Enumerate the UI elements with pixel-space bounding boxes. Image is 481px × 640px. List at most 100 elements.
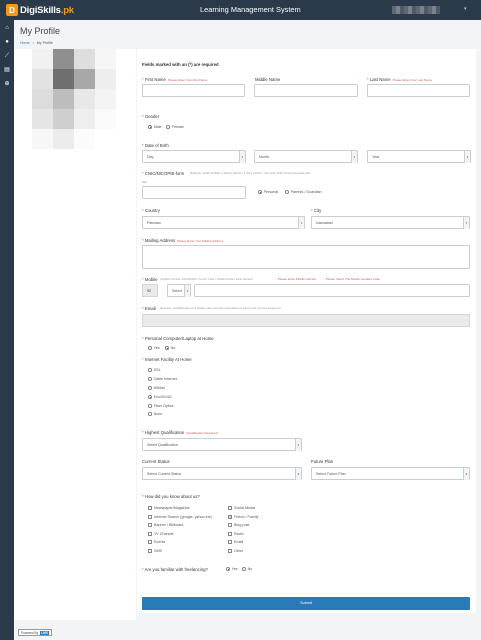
radio-icon	[166, 125, 170, 129]
city-label: * City	[311, 208, 322, 213]
chart-icon[interactable]: ⟋	[3, 52, 11, 60]
breadcrumb: Home › My Profile	[20, 41, 53, 45]
internet-wimax-radio[interactable]: WiMax	[148, 386, 165, 390]
profile-photo-panel	[14, 49, 136, 620]
top-bar: D DigiSkills.pk Learning Management Syst…	[0, 0, 481, 20]
chevron-down-icon: ▾	[295, 468, 301, 480]
heard-blog-checkbox[interactable]: Blog post	[228, 523, 249, 527]
radio-icon	[148, 386, 152, 390]
internet-none-radio[interactable]: None	[148, 412, 162, 416]
submit-button[interactable]: Submit	[142, 597, 470, 610]
gender-label: * Gender	[142, 114, 160, 119]
gender-male-radio[interactable]: Male	[148, 125, 162, 129]
mailing-address-textarea[interactable]	[142, 245, 470, 269]
email-field	[142, 314, 470, 327]
operator-hint: Please Select The Mobile operator Code	[326, 277, 380, 281]
future-plan-select[interactable]: Select Future Plan ▾	[311, 467, 470, 480]
profile-photo[interactable]	[32, 49, 116, 149]
heard-other-checkbox[interactable]: Other	[228, 549, 243, 553]
heard-newspaper-checkbox[interactable]: Newspaper/Magazine	[148, 506, 190, 510]
user-icon[interactable]: ●	[3, 38, 11, 46]
internet-dsl-radio[interactable]: DSL	[148, 368, 161, 372]
radio-icon	[226, 567, 230, 571]
freelancing-label: * Are you familiar with freelancing?	[142, 567, 208, 572]
checkbox-icon	[228, 506, 232, 510]
qualification-select[interactable]: Select Qualification ▾	[142, 438, 302, 451]
dob-month-select[interactable]: Month ▾	[254, 150, 358, 163]
heard-banner-checkbox[interactable]: Banner / Billboard	[148, 523, 183, 527]
checkbox-icon	[228, 523, 232, 527]
user-menu[interactable]	[392, 6, 440, 14]
qualification-label: * Highest Qualification (Qualification Re…	[142, 430, 218, 435]
plus-circle-icon[interactable]: ⊕	[3, 80, 11, 88]
radio-icon	[148, 368, 152, 372]
dob-day-select[interactable]: Day ▾	[142, 150, 246, 163]
current-status-select[interactable]: Select Current Status ▾	[142, 467, 302, 480]
mobile-number-input[interactable]	[194, 284, 470, 297]
cnic-personal-radio[interactable]: Personal	[258, 190, 278, 194]
middle-name-input[interactable]	[254, 84, 358, 97]
freelancing-no-radio[interactable]: No	[242, 567, 252, 571]
logo-mark-icon: D	[6, 4, 18, 16]
heard-email-checkbox[interactable]: Email	[228, 540, 243, 544]
radio-icon	[258, 190, 262, 194]
internet-fiber-radio[interactable]: Fiber Optics	[148, 404, 173, 408]
radio-icon	[148, 125, 152, 129]
chevron-down-icon: ▾	[351, 151, 357, 163]
logo-text: DigiSkills.pk	[20, 4, 74, 16]
app-title: Learning Management System	[200, 5, 301, 14]
radio-icon	[148, 404, 152, 408]
checkbox-icon	[148, 540, 152, 544]
computer-label: * Personal Computer/Laptop at Home	[142, 336, 214, 341]
heard-internet-checkbox[interactable]: Internet Search (google, yahoo etc)	[148, 515, 212, 519]
mailing-address-label: * Mailing Address Please Enter Your Maili…	[142, 238, 224, 243]
heard-radio-checkbox[interactable]: Radio	[228, 532, 244, 536]
chevron-down-icon: ▾	[239, 151, 245, 163]
radio-icon	[285, 190, 289, 194]
heard-sms-checkbox[interactable]: SMS	[148, 549, 162, 553]
freelancing-yes-radio[interactable]: Yes	[226, 567, 238, 571]
last-name-label: * Last Name Please Enter Your Last Name	[367, 77, 433, 82]
heard-events-checkbox[interactable]: Events	[148, 540, 165, 544]
chevron-down-icon: ▾	[463, 468, 469, 480]
country-select[interactable]: Pakistan ▾	[142, 216, 305, 229]
cnic-label: * CNIC/NICOP/B-form	[142, 171, 185, 176]
checkbox-icon	[148, 549, 152, 553]
checkbox-icon	[148, 532, 152, 536]
heard-tv-checkbox[interactable]: TV Channel	[148, 532, 173, 536]
heard-friend-checkbox[interactable]: ✓ Friend / Family	[228, 515, 258, 519]
radio-icon	[242, 567, 246, 571]
chevron-down-icon[interactable]: ▾	[464, 6, 467, 12]
checkbox-checked-icon: ✓	[228, 515, 233, 519]
radio-icon	[165, 346, 169, 350]
breadcrumb-home[interactable]: Home	[20, 41, 30, 45]
city-select[interactable]: Islamabad ▾	[311, 216, 470, 229]
operator-select[interactable]: Select ▾	[167, 284, 191, 297]
internet-evo-radio[interactable]: Evo/3G/4G	[148, 395, 172, 399]
heard-social-checkbox[interactable]: Social Media	[228, 506, 255, 510]
breadcrumb-separator-icon: ›	[32, 41, 34, 45]
middle-name-label: Middle Name	[255, 77, 281, 82]
home-icon[interactable]: ⌂	[3, 24, 11, 32]
cnic-guardian-radio[interactable]: Parents / Guardian	[285, 190, 322, 194]
chevron-down-icon: ▾	[295, 439, 301, 451]
chevron-down-icon: ▾	[463, 217, 469, 229]
last-name-input[interactable]	[367, 84, 470, 97]
internet-cable-radio[interactable]: Cable Internet	[148, 377, 177, 381]
country-code-field: 92	[142, 284, 158, 297]
dob-label: * Date of Birth	[142, 143, 169, 148]
cnic-input[interactable]	[142, 186, 246, 199]
mobile-note: (Verified) (Format: 03001234567 Country …	[160, 278, 254, 281]
breadcrumb-current: My Profile	[36, 41, 53, 45]
first-name-input[interactable]	[142, 84, 245, 97]
computer-yes-radio[interactable]: Yes	[148, 346, 160, 350]
email-note: (Example: email@domain.com) Please make …	[160, 307, 282, 310]
digiskills-logo[interactable]: D DigiSkills.pk	[6, 4, 74, 16]
chevron-down-icon: ▾	[298, 217, 304, 229]
document-icon[interactable]: ▤	[3, 66, 11, 74]
email-label: * Email	[142, 306, 156, 311]
dob-year-select[interactable]: Year ▾	[367, 150, 471, 163]
computer-no-radio[interactable]: No	[165, 346, 175, 350]
required-note: Fields marked with an (*) are required	[142, 62, 219, 67]
gender-female-radio[interactable]: Female	[166, 125, 184, 129]
